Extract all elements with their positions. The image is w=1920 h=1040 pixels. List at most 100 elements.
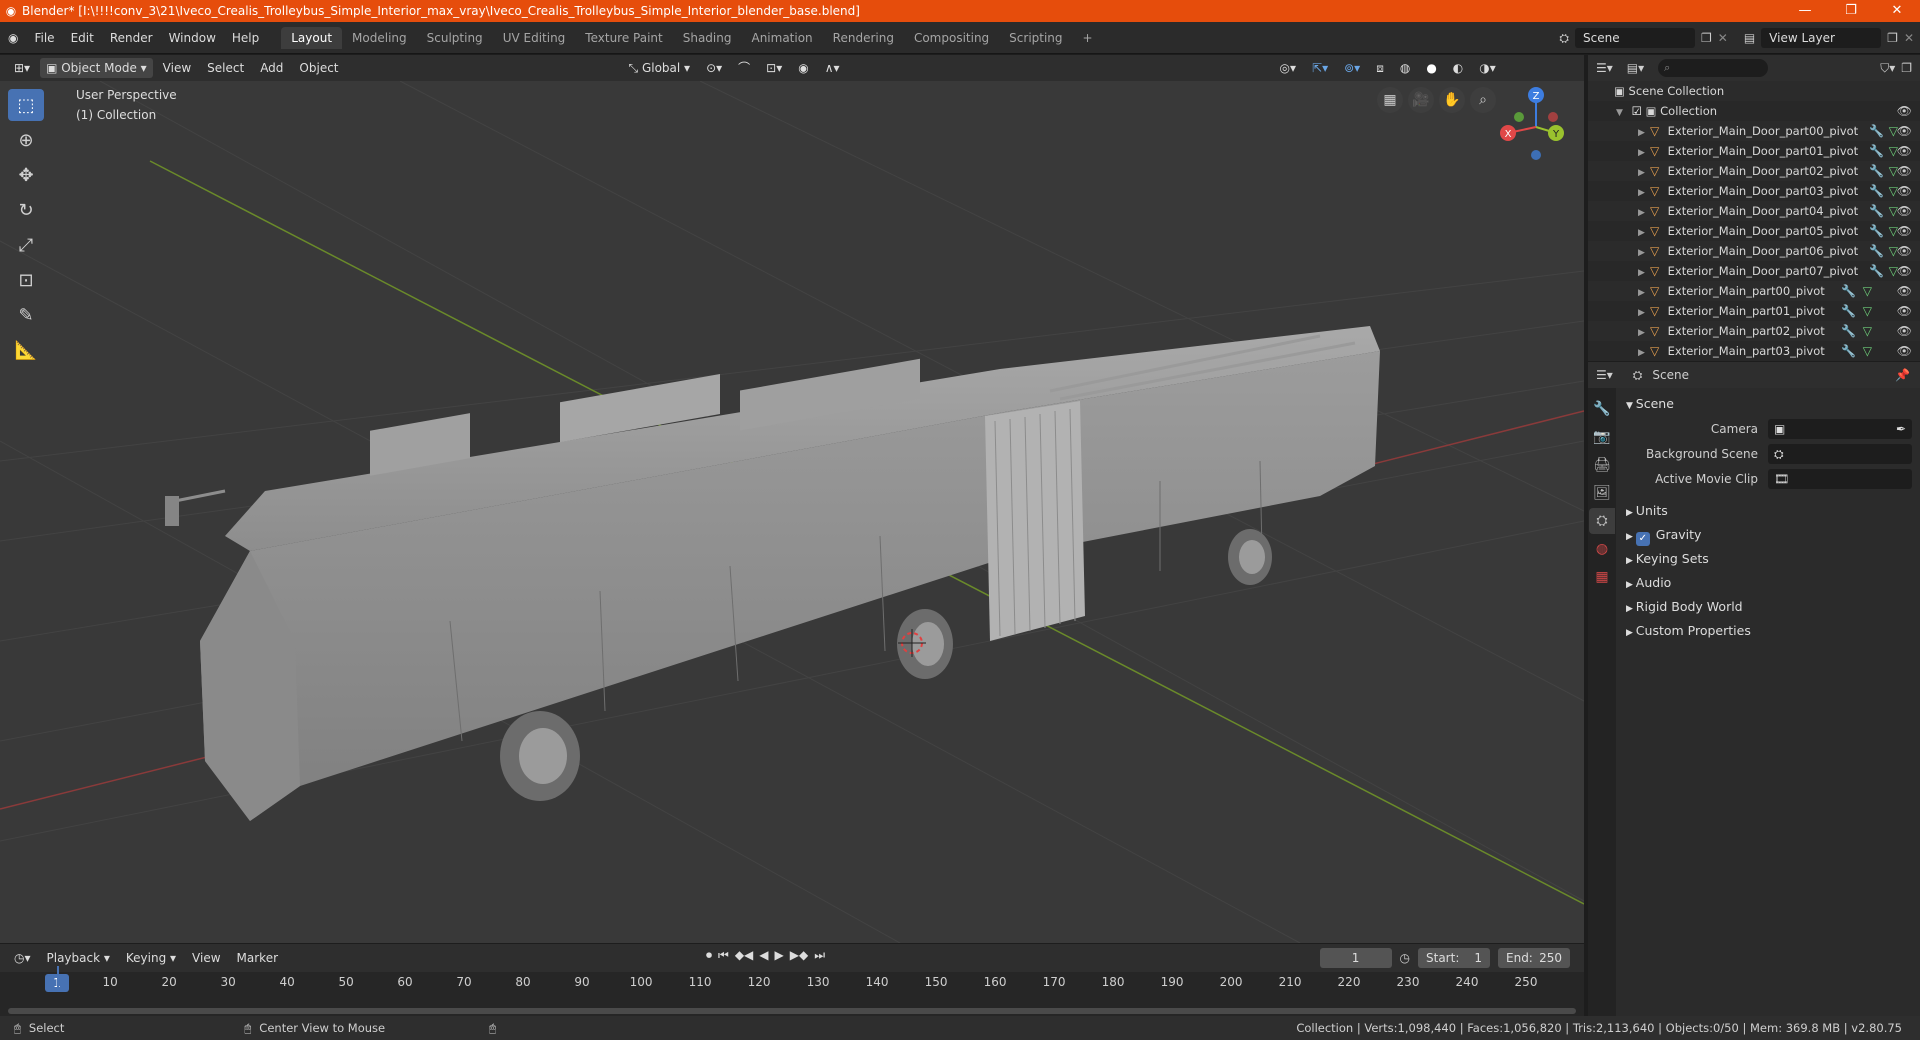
eye-icon[interactable]: 👁: [1897, 321, 1912, 341]
scene-icon[interactable]: ⛭: [1559, 31, 1569, 46]
modifier-wrench-icon[interactable]: 🔧: [1869, 161, 1884, 181]
menu-window[interactable]: Window: [161, 22, 224, 54]
outliner-editor-type-icon[interactable]: ☰▾: [1596, 61, 1613, 75]
eye-icon[interactable]: 👁: [1897, 181, 1912, 201]
playback-menu[interactable]: Playback ▾: [41, 948, 116, 968]
outliner-item[interactable]: ▶ ▽ Exterior_Main_Door_part05_pivot 🔧 ▽ 👁: [1588, 221, 1920, 241]
scene-section-header[interactable]: ▼ Scene: [1618, 392, 1920, 416]
select-menu[interactable]: Select: [201, 58, 250, 78]
checkbox-icon[interactable]: ☑: [1632, 104, 1646, 118]
overlay-toggle-icon[interactable]: ⊚▾: [1338, 58, 1366, 78]
modifier-wrench-icon[interactable]: 🔧: [1869, 261, 1884, 281]
outliner-item[interactable]: ▶ ▽ Exterior_Main_Door_part07_pivot 🔧 ▽ 👁: [1588, 261, 1920, 281]
close-button[interactable]: ✕: [1874, 0, 1920, 22]
outliner-item[interactable]: ▶ ▽ Exterior_Main_Door_part03_pivot 🔧 ▽ 👁: [1588, 181, 1920, 201]
blender-menu-icon[interactable]: ◉: [0, 22, 26, 54]
chevron-right-icon[interactable]: ▶: [1638, 143, 1650, 163]
modifier-wrench-icon[interactable]: 🔧: [1841, 281, 1856, 301]
eye-icon[interactable]: 👁: [1897, 121, 1912, 141]
chevron-right-icon[interactable]: ▶: [1638, 343, 1650, 361]
proportional-edit-icon[interactable]: ◉: [792, 58, 814, 78]
tab-animation[interactable]: Animation: [741, 27, 822, 49]
collection-row[interactable]: ▼ ☑ ▣ Collection 👁: [1588, 101, 1920, 121]
navigation-gizmo[interactable]: Z Y X: [1500, 87, 1564, 160]
new-collection-icon[interactable]: ❐: [1901, 61, 1912, 75]
chevron-down-icon[interactable]: ▼: [1616, 103, 1628, 123]
modifier-wrench-icon[interactable]: 🔧: [1841, 341, 1856, 361]
zoom-icon[interactable]: ⌕: [1470, 87, 1496, 113]
delete-view-layer-icon[interactable]: ✕: [1904, 31, 1914, 45]
modifier-wrench-icon[interactable]: 🔧: [1869, 141, 1884, 161]
record-icon[interactable]: ⏺: [706, 948, 712, 963]
tool-settings-tab-icon[interactable]: 🔧: [1589, 396, 1615, 422]
frame-ruler[interactable]: 1102030405060708090100110120130140150160…: [0, 972, 1584, 994]
add-menu[interactable]: Add: [254, 58, 289, 78]
outliner-item[interactable]: ▶ ▽ Exterior_Main_Door_part04_pivot 🔧 ▽ 👁: [1588, 201, 1920, 221]
render-tab-icon[interactable]: 📷: [1589, 424, 1615, 450]
modifier-wrench-icon[interactable]: 🔧: [1841, 301, 1856, 321]
tab-sculpting[interactable]: Sculpting: [417, 27, 493, 49]
chevron-right-icon[interactable]: ▶: [1638, 243, 1650, 263]
outliner-item[interactable]: ▶ ▽ Exterior_Main_part02_pivot 🔧 ▽ 👁: [1588, 321, 1920, 341]
camera-field[interactable]: ▣ ✒: [1768, 418, 1912, 439]
snap-target-icon[interactable]: ⊡▾: [760, 58, 788, 78]
outliner-item[interactable]: ▶ ▽ Exterior_Main_Door_part00_pivot 🔧 ▽ 👁: [1588, 121, 1920, 141]
scene-tab-icon[interactable]: ⛭: [1589, 508, 1615, 534]
maximize-button[interactable]: ❐: [1828, 0, 1874, 22]
modifier-wrench-icon[interactable]: 🔧: [1869, 221, 1884, 241]
eye-icon[interactable]: 👁: [1897, 141, 1912, 161]
select-box-tool-icon[interactable]: ⬚: [8, 89, 44, 121]
stopwatch-icon[interactable]: ◷: [1400, 951, 1410, 965]
chevron-right-icon[interactable]: ▶: [1638, 323, 1650, 343]
rendered-shading-icon[interactable]: ◑▾: [1473, 58, 1502, 78]
trolleybus-model[interactable]: [165, 326, 1380, 821]
gravity-checkbox[interactable]: ✓: [1635, 532, 1650, 546]
rigid-body-world-panel-header[interactable]: ▶ Rigid Body World: [1618, 595, 1920, 619]
view-layer-icon[interactable]: ▤: [1744, 31, 1755, 45]
solid-shading-icon[interactable]: ●: [1420, 58, 1442, 78]
pivot-point-icon[interactable]: ⊙▾: [700, 58, 728, 78]
active-movie-clip-field[interactable]: 🎞: [1768, 468, 1912, 489]
cursor-tool-icon[interactable]: ⊕: [8, 124, 44, 156]
outliner-item[interactable]: ▶ ▽ Exterior_Main_part03_pivot 🔧 ▽ 👁: [1588, 341, 1920, 361]
chevron-right-icon[interactable]: ▶: [1638, 263, 1650, 283]
properties-editor-type-icon[interactable]: ☰▾: [1596, 368, 1613, 382]
add-workspace-button[interactable]: +: [1073, 27, 1103, 49]
units-panel-header[interactable]: ▶ Units: [1618, 499, 1920, 523]
tab-texture-paint[interactable]: Texture Paint: [575, 27, 672, 49]
gizmo-toggle-icon[interactable]: ⇱▾: [1306, 58, 1334, 78]
tab-modeling[interactable]: Modeling: [342, 27, 417, 49]
measure-tool-icon[interactable]: 📐: [8, 334, 44, 366]
world-tab-icon[interactable]: ◍: [1589, 536, 1615, 562]
timeline-editor-type-icon[interactable]: ◷▾: [8, 948, 37, 968]
start-frame-field[interactable]: Start: 1: [1418, 948, 1490, 968]
annotate-tool-icon[interactable]: ✎: [8, 299, 44, 331]
eye-icon[interactable]: 👁: [1897, 281, 1912, 301]
jump-start-icon[interactable]: ⏮: [718, 948, 729, 963]
tab-rendering[interactable]: Rendering: [823, 27, 904, 49]
custom-properties-panel-header[interactable]: ▶ Custom Properties: [1618, 619, 1920, 643]
modifier-wrench-icon[interactable]: 🔧: [1869, 241, 1884, 261]
chevron-right-icon[interactable]: ▶: [1638, 203, 1650, 223]
play-reverse-icon[interactable]: ◀: [759, 948, 768, 963]
background-scene-field[interactable]: ⛭: [1768, 443, 1912, 464]
outliner-item[interactable]: ▶ ▽ Exterior_Main_Door_part01_pivot 🔧 ▽ 👁: [1588, 141, 1920, 161]
outliner-item[interactable]: ▶ ▽ Exterior_Main_Door_part06_pivot 🔧 ▽ 👁: [1588, 241, 1920, 261]
menu-help[interactable]: Help: [224, 22, 267, 54]
tab-layout[interactable]: Layout: [281, 26, 343, 49]
pin-icon[interactable]: 📌: [1895, 368, 1910, 382]
timeline-scrollbar[interactable]: [8, 1008, 1576, 1014]
eye-icon[interactable]: 👁: [1897, 161, 1912, 181]
menu-edit[interactable]: Edit: [63, 22, 102, 54]
transform-tool-icon[interactable]: ⊡: [8, 264, 44, 296]
view-menu[interactable]: View: [157, 58, 197, 78]
tab-uv-editing[interactable]: UV Editing: [493, 27, 576, 49]
eye-icon[interactable]: 👁: [1897, 301, 1912, 321]
outliner-item[interactable]: ▶ ▽ Exterior_Main_part01_pivot 🔧 ▽ 👁: [1588, 301, 1920, 321]
mesh-data-icon[interactable]: ▽: [1863, 301, 1872, 321]
falloff-icon[interactable]: ∧▾: [819, 58, 846, 78]
play-icon[interactable]: ▶: [775, 948, 784, 963]
tab-shading[interactable]: Shading: [673, 27, 742, 49]
keying-menu[interactable]: Keying ▾: [120, 948, 182, 968]
tab-scripting[interactable]: Scripting: [999, 27, 1072, 49]
